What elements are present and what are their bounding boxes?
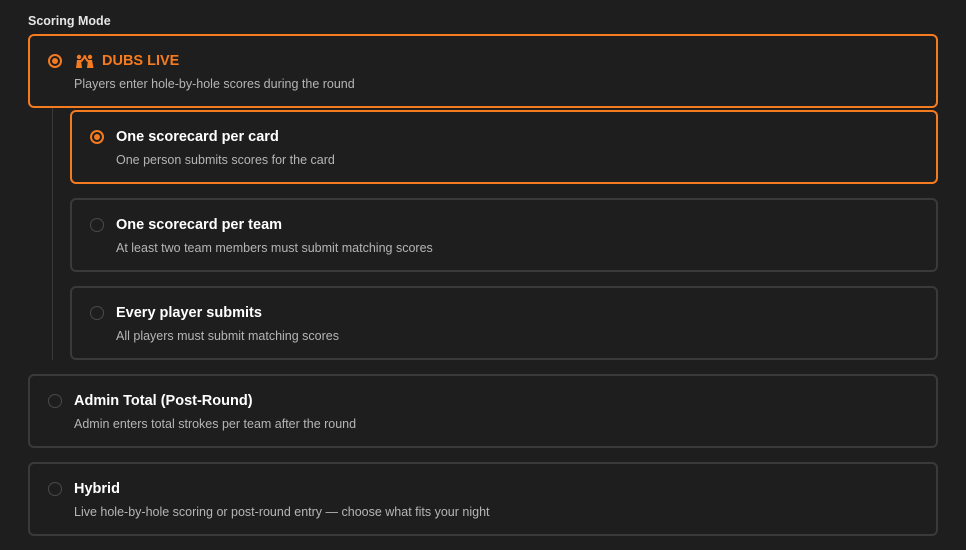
- hybrid-radio[interactable]: [48, 482, 62, 496]
- every-player-option[interactable]: Every player submits All players must su…: [70, 286, 938, 360]
- per-team-description: At least two team members must submit ma…: [116, 241, 433, 255]
- per-team-radio[interactable]: [90, 218, 104, 232]
- scoring-mode-panel: Scoring Mode DUBS LIVE Players enter hol…: [0, 0, 966, 550]
- scoring-mode-label: Scoring Mode: [28, 14, 111, 28]
- admin-total-radio[interactable]: [48, 394, 62, 408]
- group-high-five-icon: [76, 54, 94, 68]
- nested-options-divider: [52, 108, 53, 360]
- admin-total-title: Admin Total (Post-Round): [74, 393, 253, 409]
- admin-total-description: Admin enters total strokes per team afte…: [74, 417, 357, 431]
- dubs-live-title: DUBS LIVE: [102, 53, 180, 69]
- per-card-description: One person submits scores for the card: [116, 153, 335, 167]
- per-card-radio[interactable]: [90, 130, 104, 144]
- every-player-description: All players must submit matching scores: [116, 329, 339, 343]
- per-card-option[interactable]: One scorecard per card One person submit…: [70, 110, 938, 184]
- per-team-option[interactable]: One scorecard per team At least two team…: [70, 198, 938, 272]
- every-player-radio[interactable]: [90, 306, 104, 320]
- dubs-live-option[interactable]: DUBS LIVE Players enter hole-by-hole sco…: [28, 34, 938, 108]
- per-card-title: One scorecard per card: [116, 129, 279, 145]
- hybrid-title: Hybrid: [74, 481, 120, 497]
- hybrid-description: Live hole-by-hole scoring or post-round …: [74, 505, 490, 519]
- every-player-title: Every player submits: [116, 305, 262, 321]
- dubs-live-description: Players enter hole-by-hole scores during…: [74, 77, 355, 91]
- dubs-live-radio[interactable]: [48, 54, 62, 68]
- hybrid-option[interactable]: Hybrid Live hole-by-hole scoring or post…: [28, 462, 938, 536]
- admin-total-option[interactable]: Admin Total (Post-Round) Admin enters to…: [28, 374, 938, 448]
- per-team-title: One scorecard per team: [116, 217, 283, 233]
